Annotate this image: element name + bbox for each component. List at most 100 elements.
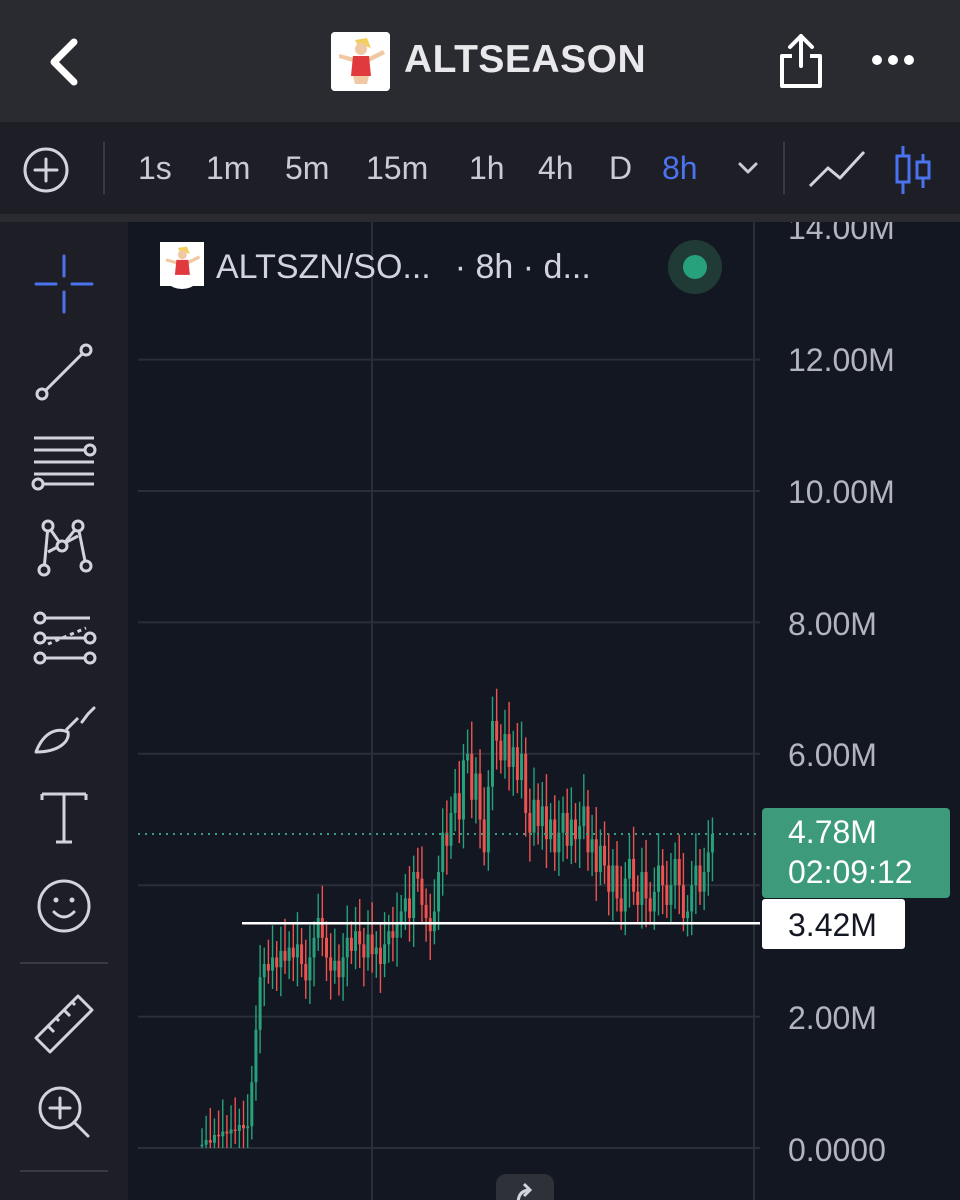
candle-body xyxy=(507,734,511,767)
toolbar-divider xyxy=(103,142,105,194)
candle-body xyxy=(383,944,387,965)
fib-icon[interactable] xyxy=(28,602,100,674)
candle-body xyxy=(457,793,461,820)
candle-body xyxy=(640,872,644,905)
price-axis-label: 0.0000 xyxy=(788,1132,886,1168)
candle-body xyxy=(341,957,345,978)
candle-body xyxy=(283,950,287,961)
interval-1m[interactable]: 1m xyxy=(206,150,250,187)
candle-body xyxy=(574,819,577,840)
candle-body xyxy=(254,1029,258,1083)
candle-body xyxy=(337,960,341,978)
candle-body xyxy=(233,1129,237,1132)
legend-symbol: ALTSZN/SO... xyxy=(216,247,431,286)
candle-body xyxy=(569,819,573,846)
candle-body xyxy=(395,924,399,938)
candle-body xyxy=(287,947,291,961)
chevron-down-icon[interactable] xyxy=(736,160,760,176)
candle-body xyxy=(578,826,582,840)
interval-8h[interactable]: 8h xyxy=(662,150,698,187)
interval-4h[interactable]: 4h xyxy=(538,150,574,187)
candle-body xyxy=(644,872,648,899)
price-axis-label: 6.00M xyxy=(788,737,877,773)
toolbar-divider xyxy=(783,142,785,194)
chart-legend[interactable]: ALTSZN/SO... · 8h · d... xyxy=(160,242,591,292)
chevron-left-icon[interactable] xyxy=(40,34,90,90)
interval-15m[interactable]: 15m xyxy=(366,150,428,187)
candle-body xyxy=(698,865,702,892)
candle-body xyxy=(478,773,482,820)
horizontal-lines-icon[interactable] xyxy=(28,424,100,496)
market-status-dot xyxy=(683,255,707,279)
brush-icon[interactable] xyxy=(28,696,100,768)
candle-body xyxy=(470,753,474,800)
candle-body xyxy=(217,1134,221,1137)
candle-body xyxy=(482,819,486,853)
candle-body xyxy=(461,760,465,820)
candle-body xyxy=(603,845,607,866)
more-horizontal-icon[interactable] xyxy=(870,50,916,70)
candle-body xyxy=(354,931,358,951)
interval-1h[interactable]: 1h xyxy=(469,150,505,187)
candle-body xyxy=(565,812,569,846)
candle-body xyxy=(370,934,374,955)
candle-body xyxy=(437,872,441,912)
horizontal-line-price: 3.42M xyxy=(788,907,877,943)
candle-body xyxy=(474,773,478,800)
candle-body xyxy=(520,753,524,781)
candle-body xyxy=(702,872,706,892)
candle-body xyxy=(486,786,490,853)
candle-body xyxy=(349,937,353,951)
interval-1s[interactable]: 1s xyxy=(138,150,172,187)
candle-body xyxy=(329,957,333,971)
candle-body xyxy=(262,964,266,978)
legend-meta: · 8h · d... xyxy=(454,247,591,286)
add-indicator-icon[interactable] xyxy=(22,146,70,194)
horizontal-line-price-badge[interactable]: 3.42M xyxy=(762,899,905,949)
candle-body xyxy=(669,885,673,905)
candle-body xyxy=(266,964,270,971)
candle-body xyxy=(391,931,395,938)
interval-5m[interactable]: 5m xyxy=(285,150,329,187)
candle-body xyxy=(221,1131,225,1137)
trend-line-icon[interactable] xyxy=(28,336,100,408)
emoji-icon[interactable] xyxy=(28,870,100,942)
candle-body xyxy=(225,1131,229,1134)
candle-body xyxy=(499,740,503,761)
text-icon[interactable] xyxy=(28,782,100,854)
candlestick-icon[interactable] xyxy=(892,144,934,196)
candle-body xyxy=(611,865,615,892)
price-axis-label: 2.00M xyxy=(788,1000,877,1036)
interval-d[interactable]: D xyxy=(609,150,632,187)
candle-body xyxy=(706,852,710,873)
candle-body xyxy=(503,734,507,761)
candle-body xyxy=(308,957,312,981)
price-chart[interactable]: ALTSZN/SO... · 8h · d... 14.00M 12.00M 1… xyxy=(138,222,960,1200)
candle-body xyxy=(598,845,602,873)
scroll-reset-button[interactable] xyxy=(496,1174,554,1200)
candle-body xyxy=(553,819,557,853)
candle-body xyxy=(586,806,590,853)
interval-toolbar: 1s 1m 5m 15m 1h 4h D 8h xyxy=(0,122,960,222)
drawing-toolbar xyxy=(0,222,128,1200)
reset-arrow-icon xyxy=(516,1182,533,1200)
line-chart-icon[interactable] xyxy=(808,148,866,190)
market-status-indicator[interactable] xyxy=(668,240,722,294)
zoom-in-icon[interactable] xyxy=(28,1076,100,1148)
candle-body xyxy=(300,944,304,965)
candle-body xyxy=(374,947,378,955)
candle-body xyxy=(511,747,515,767)
candle-body xyxy=(408,898,411,919)
candle-body xyxy=(661,865,665,886)
candle-body xyxy=(690,885,694,912)
candle-body xyxy=(237,1125,241,1131)
crosshair-icon[interactable] xyxy=(28,248,100,320)
ruler-icon[interactable] xyxy=(28,988,100,1060)
pattern-icon[interactable] xyxy=(28,512,100,584)
candle-body xyxy=(333,960,337,971)
toolbar-divider xyxy=(20,962,108,964)
candle-body xyxy=(536,799,540,827)
candle-body xyxy=(279,950,283,968)
candle-body xyxy=(258,977,262,1030)
share-icon[interactable] xyxy=(778,32,824,90)
